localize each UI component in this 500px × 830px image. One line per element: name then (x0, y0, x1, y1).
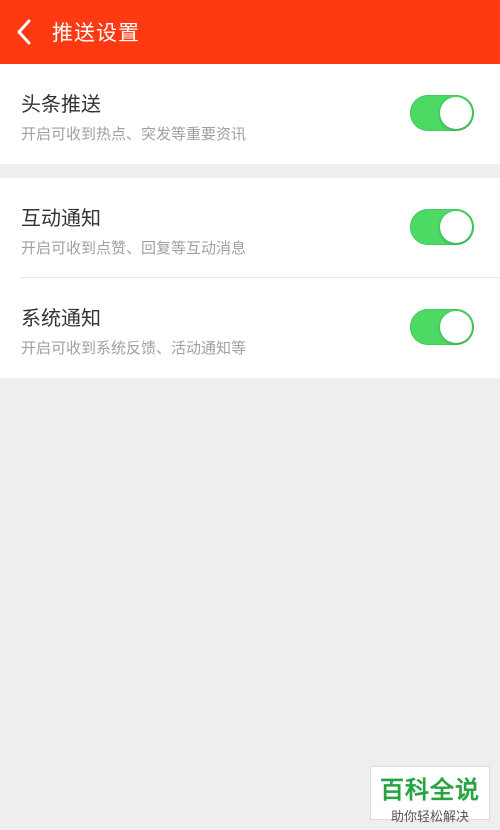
setting-title: 头条推送 (21, 92, 101, 116)
toggle-knob (440, 211, 472, 243)
system-notice-toggle[interactable] (410, 309, 474, 345)
app-header: 推送设置 (0, 0, 500, 64)
setting-title: 互动通知 (21, 206, 101, 230)
headline-push-toggle[interactable] (410, 95, 474, 131)
interaction-notice-toggle[interactable] (410, 209, 474, 245)
setting-description: 开启可收到热点、突发等重要资讯 (21, 125, 247, 143)
watermark-subtitle: 助你轻松解决 (390, 810, 469, 825)
setting-row-interaction-notice: 互动通知 开启可收到点赞、回复等互动消息 (0, 178, 500, 278)
setting-row-headline-push: 头条推送 开启可收到热点、突发等重要资讯 (0, 64, 500, 164)
watermark-title: 百科全说 (380, 776, 480, 804)
watermark-logo: 百科全说 助你轻松解决 (370, 766, 490, 825)
setting-row-system-notice: 系统通知 开启可收到系统反馈、活动通知等 (0, 278, 500, 378)
toggle-knob (440, 311, 472, 343)
chevron-left-icon (17, 19, 31, 45)
setting-title: 系统通知 (21, 306, 101, 330)
settings-section-headline: 头条推送 开启可收到热点、突发等重要资讯 (0, 64, 500, 164)
settings-section-notifications: 互动通知 开启可收到点赞、回复等互动消息 系统通知 开启可收到系统反馈、活动通知… (0, 178, 500, 378)
back-button[interactable] (0, 0, 48, 64)
page-title: 推送设置 (52, 21, 140, 45)
toggle-knob (440, 97, 472, 129)
setting-description: 开启可收到点赞、回复等互动消息 (21, 239, 247, 257)
setting-description: 开启可收到系统反馈、活动通知等 (21, 339, 247, 357)
